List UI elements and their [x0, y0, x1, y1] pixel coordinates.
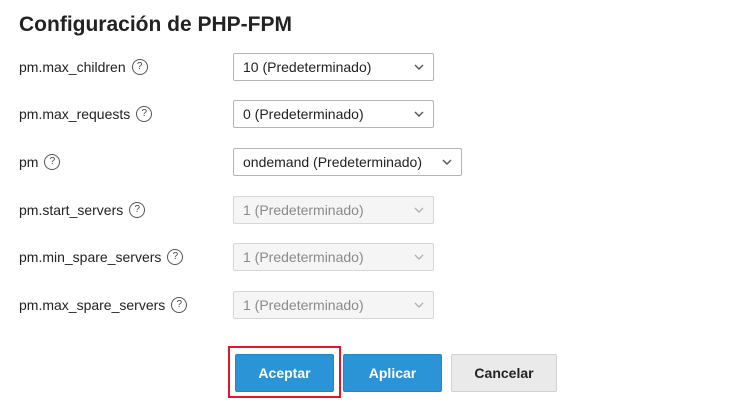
field-label-text: pm.max_children	[19, 59, 126, 75]
field-row-pm: pm ? ondemand (Predeterminado)	[0, 148, 756, 178]
chevron-down-icon	[442, 159, 452, 165]
field-label-text: pm.max_requests	[19, 106, 131, 122]
max-spare-servers-select: 1 (Predeterminado)	[233, 291, 434, 319]
chevron-down-icon	[414, 302, 424, 308]
start-servers-select: 1 (Predeterminado)	[233, 196, 434, 224]
help-icon[interactable]: ?	[167, 249, 184, 265]
pm-mode-select[interactable]: ondemand (Predeterminado)	[233, 148, 462, 176]
max-requests-select[interactable]: 0 (Predeterminado)	[233, 100, 434, 128]
field-label: pm.max_spare_servers ?	[19, 296, 188, 314]
help-icon[interactable]: ?	[44, 154, 61, 170]
chevron-down-icon	[414, 64, 424, 70]
help-icon[interactable]: ?	[171, 297, 188, 313]
field-row-min-spare-servers: pm.min_spare_servers ? 1 (Predeterminado…	[0, 243, 756, 273]
select-value: 1 (Predeterminado)	[243, 297, 364, 313]
help-icon[interactable]: ?	[136, 106, 153, 122]
select-value: ondemand (Predeterminado)	[243, 154, 422, 170]
min-spare-servers-select: 1 (Predeterminado)	[233, 243, 434, 271]
help-icon[interactable]: ?	[129, 202, 146, 218]
field-label-text: pm.min_spare_servers	[19, 249, 162, 265]
select-value: 1 (Predeterminado)	[243, 202, 364, 218]
accept-button[interactable]: Aceptar	[235, 354, 334, 392]
select-value: 0 (Predeterminado)	[243, 106, 364, 122]
field-label: pm.max_requests ?	[19, 105, 153, 123]
max-children-select[interactable]: 10 (Predeterminado)	[233, 53, 434, 81]
page-title: Configuración de PHP-FPM	[19, 13, 292, 36]
chevron-down-icon	[414, 111, 424, 117]
help-icon[interactable]: ?	[131, 59, 148, 75]
field-label-text: pm.start_servers	[19, 202, 124, 218]
cancel-button[interactable]: Cancelar	[451, 354, 557, 392]
select-value: 1 (Predeterminado)	[243, 249, 364, 265]
chevron-down-icon	[414, 254, 424, 260]
field-label-text: pm.max_spare_servers	[19, 297, 166, 313]
field-label: pm.start_servers ?	[19, 201, 146, 219]
field-row-start-servers: pm.start_servers ? 1 (Predeterminado)	[0, 196, 756, 226]
select-value: 10 (Predeterminado)	[243, 59, 372, 75]
field-row-max-requests: pm.max_requests ? 0 (Predeterminado)	[0, 100, 756, 130]
field-row-max-children: pm.max_children ? 10 (Predeterminado)	[0, 53, 756, 83]
field-label: pm.min_spare_servers ?	[19, 248, 184, 266]
chevron-down-icon	[414, 207, 424, 213]
field-row-max-spare-servers: pm.max_spare_servers ? 1 (Predeterminado…	[0, 291, 756, 321]
field-label: pm.max_children ?	[19, 58, 148, 76]
apply-button[interactable]: Aplicar	[343, 354, 442, 392]
field-label: pm ?	[19, 153, 61, 171]
field-label-text: pm	[19, 154, 39, 170]
